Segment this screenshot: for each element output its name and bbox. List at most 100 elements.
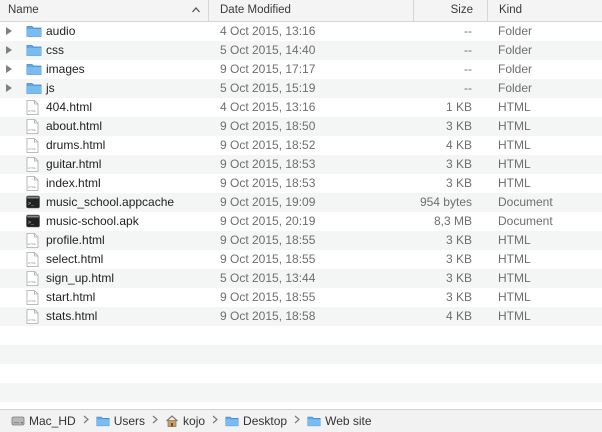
file-size: -- xyxy=(464,62,472,76)
file-row[interactable]: HTML select.html 9 Oct 2015, 18:55 3 KB HTML xyxy=(0,250,602,269)
path-item[interactable]: Mac_HD xyxy=(11,414,76,428)
column-header-size-label: Size xyxy=(450,4,473,16)
date-modified: 5 Oct 2015, 13:44 xyxy=(220,271,316,285)
path-item[interactable]: kojo xyxy=(165,414,205,428)
file-kind: Document xyxy=(498,214,553,228)
file-kind: HTML xyxy=(498,233,531,247)
folder-icon xyxy=(26,45,42,56)
file-icon-cell: HTML xyxy=(26,290,42,305)
file-icon-cell xyxy=(26,24,42,39)
file-row[interactable]: >_ music_school.appcache 9 Oct 2015, 19:09… xyxy=(0,193,602,212)
svg-text:HTML: HTML xyxy=(28,147,36,151)
column-header-name[interactable]: Name xyxy=(0,0,208,21)
file-row[interactable]: HTML start.html 9 Oct 2015, 18:55 3 KB HTML xyxy=(0,288,602,307)
file-name: drums.html xyxy=(46,138,106,152)
file-icon-cell: HTML xyxy=(26,252,42,267)
file-size: 8,3 MB xyxy=(433,214,472,228)
folder-icon xyxy=(26,26,42,37)
path-separator-chevron-icon xyxy=(152,415,158,427)
svg-text:>_: >_ xyxy=(28,201,35,207)
file-name: audio xyxy=(46,24,76,38)
file-size: 3 KB xyxy=(445,271,472,285)
file-kind: Folder xyxy=(498,24,533,38)
file-row[interactable]: HTML 404.html 4 Oct 2015, 13:16 1 KB HTML xyxy=(0,98,602,117)
file-name: 404.html xyxy=(46,100,93,114)
folder-row[interactable]: images 9 Oct 2015, 17:17 -- Folder xyxy=(0,60,602,79)
path-bar: Mac_HD Users kojo Desktop Web site xyxy=(0,409,602,432)
file-name: music-school.apk xyxy=(46,214,139,228)
path-item[interactable]: Users xyxy=(96,414,145,428)
disclosure-triangle-icon xyxy=(6,65,12,73)
folder-row[interactable]: audio 4 Oct 2015, 13:16 -- Folder xyxy=(0,22,602,41)
html-file-icon: HTML xyxy=(26,233,39,248)
file-name: guitar.html xyxy=(46,157,102,171)
file-kind: Folder xyxy=(498,81,533,95)
date-modified: 9 Oct 2015, 20:19 xyxy=(220,214,316,228)
file-kind: HTML xyxy=(498,138,531,152)
path-item-label: Desktop xyxy=(243,414,288,428)
date-modified: 9 Oct 2015, 18:53 xyxy=(220,157,316,171)
file-row[interactable]: HTML profile.html 9 Oct 2015, 18:55 3 KB HTM… xyxy=(0,231,602,250)
sort-ascending-chevron-icon[interactable] xyxy=(191,5,201,15)
file-row[interactable]: HTML stats.html 9 Oct 2015, 18:58 4 KB HTML xyxy=(0,307,602,326)
path-item[interactable]: Web site xyxy=(307,414,372,428)
date-modified: 9 Oct 2015, 18:53 xyxy=(220,176,316,190)
file-icon-cell: HTML xyxy=(26,119,42,134)
date-modified: 9 Oct 2015, 19:09 xyxy=(220,195,316,209)
svg-text:HTML: HTML xyxy=(28,128,36,132)
path-item-label: Users xyxy=(113,414,146,428)
file-row[interactable]: >_ music-school.apk 9 Oct 2015, 20:19 8,3 M… xyxy=(0,212,602,231)
file-row[interactable]: HTML guitar.html 9 Oct 2015, 18:53 3 KB HTML xyxy=(0,155,602,174)
file-row[interactable]: HTML about.html 9 Oct 2015, 18:50 3 KB HTML xyxy=(0,117,602,136)
folder-icon xyxy=(307,416,321,427)
file-name: js xyxy=(46,81,55,95)
folder-row[interactable]: css 5 Oct 2015, 14:40 -- Folder xyxy=(0,41,602,60)
file-size: 3 KB xyxy=(445,290,472,304)
html-file-icon: HTML xyxy=(26,119,39,134)
disclosure-triangle[interactable] xyxy=(6,41,18,60)
column-header-size[interactable]: Size xyxy=(413,0,487,21)
file-row[interactable]: HTML index.html 9 Oct 2015, 18:53 3 KB HTML xyxy=(0,174,602,193)
folder-row[interactable]: js 5 Oct 2015, 15:19 -- Folder xyxy=(0,79,602,98)
file-kind: HTML xyxy=(498,252,531,266)
file-name: select.html xyxy=(46,252,104,266)
file-size: 1 KB xyxy=(445,100,472,114)
file-kind: HTML xyxy=(498,290,531,304)
file-kind: HTML xyxy=(498,100,531,114)
empty-row xyxy=(0,345,602,364)
svg-text:HTML: HTML xyxy=(28,109,36,113)
column-header-date-modified[interactable]: Date Modified xyxy=(208,0,413,21)
file-kind: Document xyxy=(498,195,553,209)
svg-text:HTML: HTML xyxy=(28,299,36,303)
html-file-icon: HTML xyxy=(26,157,39,172)
path-item[interactable]: Desktop xyxy=(225,414,287,428)
svg-text:>_: >_ xyxy=(28,220,35,226)
column-header-kind[interactable]: Kind xyxy=(487,0,602,21)
folder-icon xyxy=(96,416,110,427)
column-header-date-label: Date Modified xyxy=(220,4,291,16)
disclosure-triangle-icon xyxy=(6,27,12,35)
file-size: -- xyxy=(464,24,472,38)
file-icon-cell: HTML xyxy=(26,157,42,172)
hard-drive-icon xyxy=(11,416,25,426)
folder-icon xyxy=(225,416,239,427)
file-icon-cell: HTML xyxy=(26,233,42,248)
disclosure-triangle[interactable] xyxy=(6,79,18,98)
svg-text:HTML: HTML xyxy=(28,280,36,284)
file-size: -- xyxy=(464,43,472,57)
file-row[interactable]: HTML drums.html 9 Oct 2015, 18:52 4 KB HTML xyxy=(0,136,602,155)
file-name: start.html xyxy=(46,290,96,304)
column-header-kind-label: Kind xyxy=(499,4,523,16)
svg-text:HTML: HTML xyxy=(28,166,36,170)
file-icon-cell: >_ xyxy=(26,214,42,229)
file-size: 3 KB xyxy=(445,119,472,133)
file-row[interactable]: HTML sign_up.html 5 Oct 2015, 13:44 3 KB HTM… xyxy=(0,269,602,288)
disclosure-triangle[interactable] xyxy=(6,22,18,41)
html-file-icon: HTML xyxy=(26,271,39,286)
html-file-icon: HTML xyxy=(26,290,39,305)
date-modified: 9 Oct 2015, 18:55 xyxy=(220,290,316,304)
file-size: 3 KB xyxy=(445,233,472,247)
terminal-document-icon: >_ xyxy=(26,214,40,228)
disclosure-triangle[interactable] xyxy=(6,60,18,79)
file-size: 3 KB xyxy=(445,176,472,190)
